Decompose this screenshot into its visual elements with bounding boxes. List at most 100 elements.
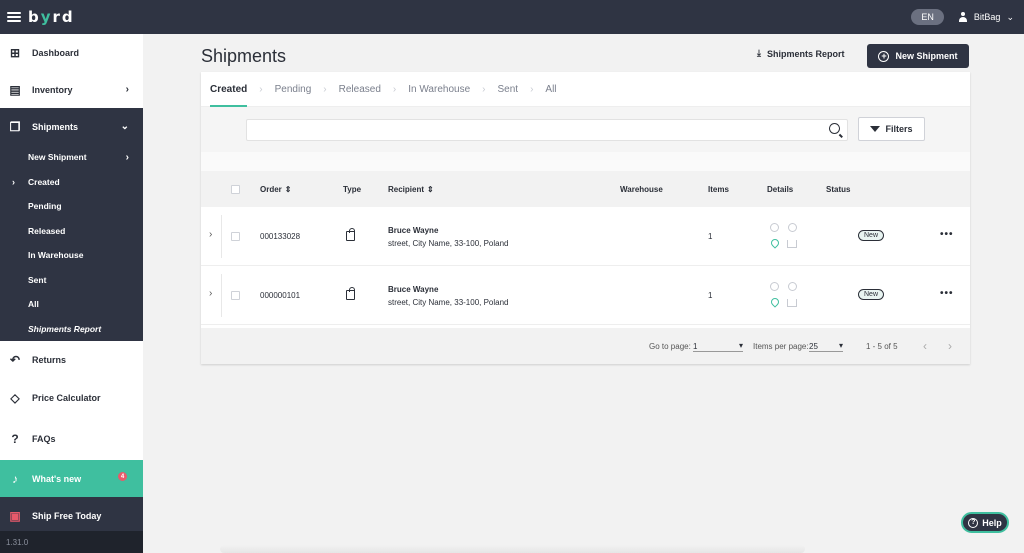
gift-icon: ▣ (9, 508, 21, 523)
order-number[interactable]: 000133028 (260, 232, 300, 241)
table-row[interactable]: › 000000101 Bruce Wayne street, City Nam… (201, 266, 970, 325)
document-icon: ▤ (9, 82, 21, 97)
more-options-icon[interactable]: ••• (940, 229, 954, 240)
tag-icon: ◇ (10, 391, 20, 405)
column-type: Type (343, 184, 362, 194)
more-options-icon[interactable]: ••• (940, 288, 954, 299)
prev-page-icon[interactable]: ‹ (923, 339, 927, 353)
top-bar: byrd EN BitBag ⌄ (0, 0, 1024, 34)
sidebar-item-price-calculator[interactable]: ◇ Price Calculator (0, 379, 143, 417)
submenu-created[interactable]: › Created (0, 170, 143, 195)
globe-icon (788, 282, 797, 291)
submenu-all[interactable]: All (0, 292, 143, 317)
tab-created[interactable]: Created (210, 72, 248, 107)
plus-icon: + (878, 50, 890, 62)
status-badge: New (858, 289, 885, 300)
search-input[interactable] (246, 119, 848, 141)
download-icon: ⤓ (757, 48, 761, 58)
tab-in-warehouse[interactable]: In Warehouse (408, 72, 470, 107)
chevron-right-icon: › (530, 83, 534, 95)
help-button[interactable]: ? Help (961, 512, 1009, 533)
chevron-right-icon: › (482, 83, 486, 95)
status-tabs: Created › Pending › Released › In Wareho… (201, 72, 970, 107)
items-count: 1 (708, 291, 713, 300)
expand-icon[interactable]: › (209, 229, 212, 240)
chevron-right-icon: › (392, 83, 397, 95)
recipient: Bruce Wayne street, City Name, 33-100, P… (388, 285, 509, 307)
sidebar: ⊞ Dashboard ▤ Inventory › ❒ Shipments ⌄ … (0, 34, 143, 553)
user-menu[interactable]: BitBag ⌄ (958, 12, 1014, 23)
sidebar-item-ship-free-today[interactable]: ▣ Ship Free Today (0, 497, 143, 534)
submenu-released[interactable]: Released (0, 219, 143, 244)
sort-icon: ⇕ (427, 184, 434, 194)
table-row[interactable]: › 000133028 Bruce Wayne street, City Nam… (201, 207, 970, 266)
submenu-in-warehouse[interactable]: In Warehouse (0, 243, 143, 268)
items-per-page-select[interactable]: 25 (809, 341, 843, 352)
language-button[interactable]: EN (911, 9, 944, 25)
sidebar-item-dashboard[interactable]: ⊞ Dashboard (0, 34, 143, 71)
chevron-right-icon: › (125, 84, 129, 95)
status-badge: New (858, 230, 885, 241)
pagination-range: 1 - 5 of 5 (866, 342, 898, 351)
table-header: Order ⇕ Type Recipient ⇕ Warehouse Items D… (201, 171, 970, 207)
warehouse-icon (787, 240, 797, 248)
menu-icon[interactable] (7, 12, 21, 22)
warehouse-icon (787, 299, 797, 307)
grid-icon: ⊞ (9, 45, 21, 60)
bag-icon (346, 287, 355, 300)
logo[interactable]: byrd (28, 8, 75, 26)
recipient: Bruce Wayne street, City Name, 33-100, P… (388, 226, 509, 248)
shipments-submenu: New Shipment › › Created Pending Release… (0, 145, 143, 341)
user-name: BitBag (973, 12, 1001, 22)
order-number[interactable]: 000000101 (260, 291, 300, 300)
tab-all[interactable]: All (545, 72, 556, 107)
question-icon: ? (968, 517, 979, 528)
filters-button[interactable]: Filters (858, 117, 925, 141)
column-recipient[interactable]: Recipient ⇕ (388, 185, 434, 194)
filter-bar: Filters (201, 107, 970, 152)
search-icon[interactable] (829, 123, 840, 134)
tab-sent[interactable]: Sent (497, 72, 518, 107)
submenu-sent[interactable]: Sent (0, 268, 143, 293)
clock-icon (770, 282, 779, 291)
shipments-report-button[interactable]: ⤓ Shipments Report (757, 48, 845, 59)
chevron-right-icon: › (125, 151, 129, 163)
sidebar-item-faqs[interactable]: ? FAQs (0, 417, 143, 460)
chevron-down-icon: ⌄ (1006, 11, 1014, 22)
sidebar-item-inventory[interactable]: ▤ Inventory › (0, 71, 143, 108)
sidebar-item-whats-new[interactable]: ♪ What's new 4 (0, 460, 143, 497)
table-footer: Go to page: 1 Items per page: 25 1 - 5 o… (201, 328, 970, 364)
bag-icon (346, 228, 355, 241)
chevron-right-icon: › (12, 176, 15, 187)
location-pin-icon (769, 237, 781, 249)
submenu-new-shipment[interactable]: New Shipment › (0, 145, 143, 170)
sidebar-item-returns[interactable]: ↶ Returns (0, 341, 143, 379)
row-checkbox[interactable] (231, 291, 240, 300)
bell-icon: ♪ (12, 471, 18, 486)
column-status: Status (826, 184, 851, 194)
column-order[interactable]: Order ⇕ (260, 185, 292, 194)
app-version: 1.31.0 (0, 531, 143, 553)
column-items: Items (708, 184, 729, 194)
funnel-icon (870, 126, 881, 132)
next-page-icon[interactable]: › (948, 339, 952, 353)
goto-page-label: Go to page: (649, 342, 691, 351)
select-all-checkbox[interactable] (231, 184, 240, 194)
items-per-page-label: Items per page: (753, 342, 809, 351)
tab-pending[interactable]: Pending (275, 72, 312, 107)
notification-badge: 4 (118, 472, 127, 481)
question-icon: ? (11, 431, 19, 446)
chevron-down-icon: ⌄ (120, 121, 129, 132)
user-icon (958, 12, 968, 22)
submenu-pending[interactable]: Pending (0, 194, 143, 219)
tab-released[interactable]: Released (339, 72, 381, 107)
new-shipment-button[interactable]: + New Shipment (867, 44, 969, 68)
column-details: Details (767, 184, 794, 194)
submenu-shipments-report[interactable]: Shipments Report (0, 317, 143, 342)
goto-page-select[interactable]: 1 (693, 341, 743, 352)
sidebar-item-shipments[interactable]: ❒ Shipments ⌄ (0, 108, 143, 145)
row-checkbox[interactable] (231, 232, 240, 241)
page-title: Shipments (201, 46, 287, 66)
sort-icon: ⇕ (284, 184, 292, 194)
expand-icon[interactable]: › (209, 288, 212, 299)
